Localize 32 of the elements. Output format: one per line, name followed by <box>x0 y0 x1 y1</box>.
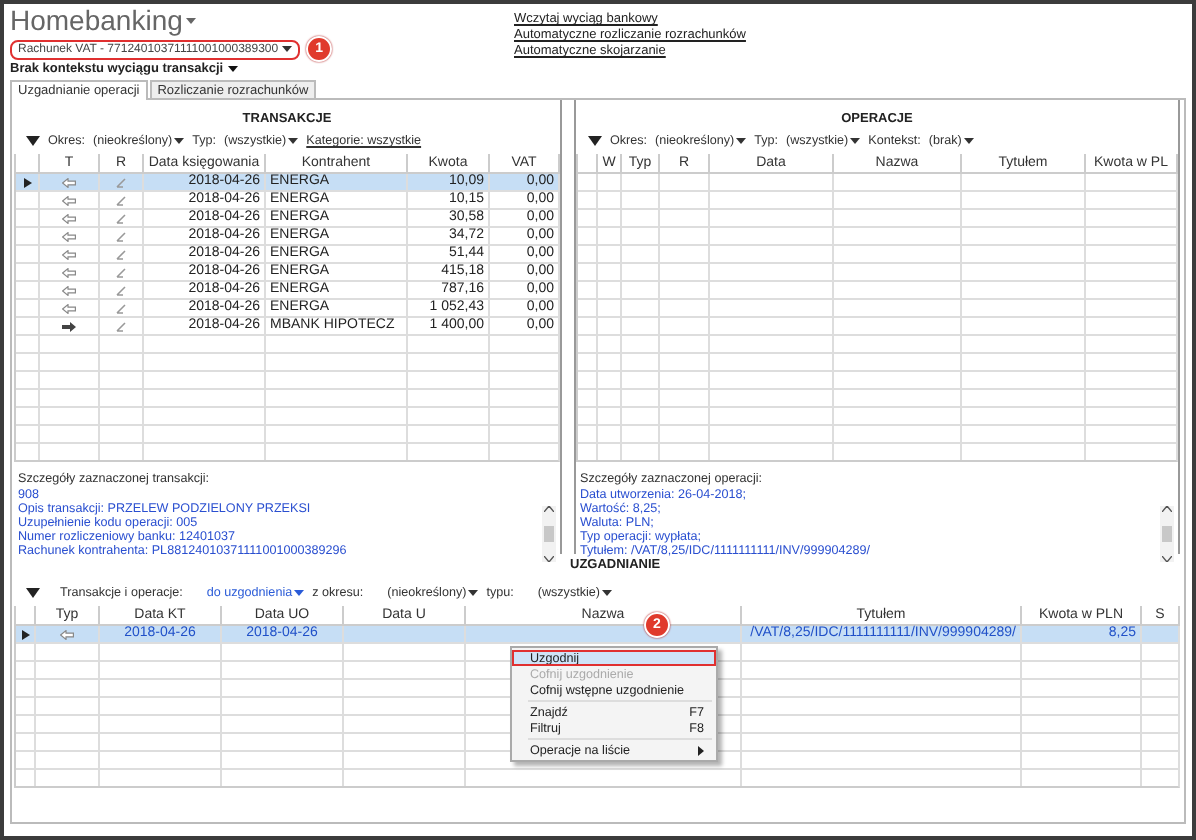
row-pointer-icon <box>21 629 29 639</box>
caret-icon <box>850 138 861 144</box>
app-title: Homebanking <box>10 6 183 36</box>
menu-arrow-icon <box>588 136 602 146</box>
pen-icon <box>116 213 126 223</box>
scroll-up-icon[interactable] <box>1162 506 1172 512</box>
pen-icon <box>116 285 126 295</box>
scroll-up-icon[interactable] <box>544 506 554 512</box>
caret-icon <box>736 138 747 144</box>
row-pointer-icon <box>23 177 31 187</box>
caret-icon <box>288 138 299 144</box>
pen-icon <box>116 303 126 313</box>
caret-icon <box>227 66 238 72</box>
pen-icon <box>116 267 126 277</box>
scrollbar[interactable] <box>1160 506 1174 562</box>
caret-icon <box>602 590 612 596</box>
caret-icon <box>963 138 974 144</box>
scroll-down-icon[interactable] <box>1162 556 1172 562</box>
scrollbar[interactable] <box>542 506 556 562</box>
menu-arrow-icon <box>26 588 40 598</box>
caret-icon <box>468 590 479 596</box>
pen-icon <box>116 321 126 331</box>
pen-icon <box>116 231 126 241</box>
caret-icon <box>282 46 293 52</box>
pen-icon <box>116 177 126 187</box>
caret-icon <box>174 138 185 144</box>
caret-icon <box>294 590 305 596</box>
pen-icon <box>116 195 126 205</box>
menu-arrow-icon <box>26 136 40 146</box>
scroll-down-icon[interactable] <box>544 556 554 562</box>
caret-icon <box>186 18 197 24</box>
pen-icon <box>116 249 126 259</box>
